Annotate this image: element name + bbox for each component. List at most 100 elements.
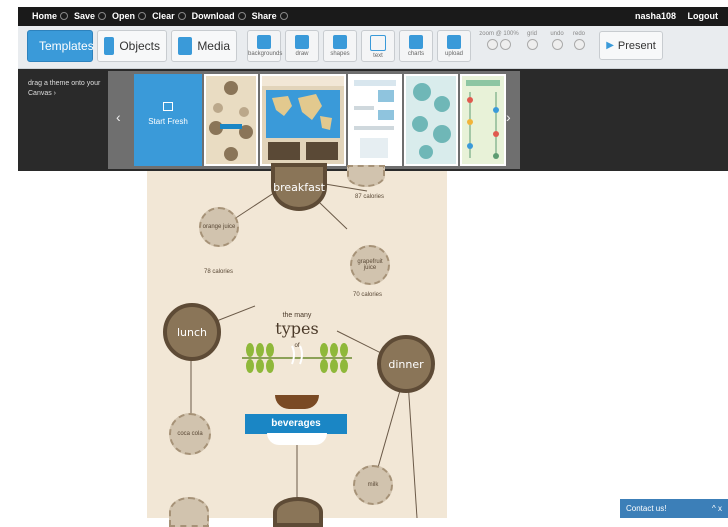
menu-home[interactable]: Home (32, 11, 69, 21)
contact-us-widget[interactable]: Contact us! ^ x (620, 499, 728, 518)
upload-tool[interactable]: upload (437, 30, 471, 62)
menu-share-label: Share (251, 11, 277, 21)
username[interactable]: nasha108 (635, 11, 676, 21)
grid-label: grid (526, 31, 537, 37)
saucer (267, 433, 327, 445)
grapefruit-juice-calories: 70 calories (353, 292, 383, 298)
coca-cola-label: coca cola (177, 431, 203, 437)
top-right-badge[interactable] (347, 165, 385, 187)
tab-media[interactable]: Media (171, 30, 237, 62)
menu-open-label: Open (112, 11, 136, 21)
orange-juice-badge[interactable]: orange juice (199, 207, 239, 247)
menu-share[interactable]: Share (252, 11, 288, 21)
beverages-ribbon[interactable]: beverages (245, 414, 347, 434)
lunch-badge[interactable]: lunch (163, 303, 221, 361)
undo-icon[interactable] (551, 39, 563, 50)
carousel-left-arrow-icon[interactable]: ‹ (116, 109, 121, 125)
tab-media-label: Media (197, 39, 230, 53)
grid-toggle-icon[interactable] (526, 39, 538, 50)
shapes-icon (333, 35, 347, 49)
zoom-in-icon[interactable] (487, 39, 498, 50)
template-preview (209, 81, 253, 161)
carousel-right-arrow-icon[interactable]: › (506, 109, 511, 125)
text-icon (370, 35, 386, 51)
orange-juice-label: orange juice (202, 224, 236, 230)
present-button[interactable]: ▶ Present (599, 31, 663, 60)
chevron-down-icon (60, 12, 69, 20)
backgrounds-tool[interactable]: backgrounds (247, 30, 283, 62)
chevron-down-icon (237, 12, 246, 20)
dinner-label: dinner (388, 357, 424, 371)
media-icon (178, 37, 193, 55)
coca-cola-badge[interactable]: coca cola (169, 413, 211, 455)
menu-download[interactable]: Download (192, 11, 246, 21)
draw-tool[interactable]: draw (285, 30, 319, 62)
grapefruit-juice-label: grapefruit juice (357, 259, 383, 271)
template-thumb[interactable] (460, 74, 506, 166)
contact-us-label: Contact us! (626, 504, 667, 513)
redo-icon[interactable] (573, 39, 585, 50)
chart-icon (409, 35, 423, 49)
undo-control: undo (548, 31, 566, 52)
templates-strip: drag a theme onto your Canvas › ‹ › Star… (18, 69, 728, 171)
redo-label: redo (572, 31, 585, 37)
zoom-label: zoom @ 100% (479, 31, 519, 37)
pencil-icon (295, 35, 309, 49)
template-preview (354, 80, 396, 158)
backgrounds-icon (257, 35, 271, 49)
breakfast-label: breakfast (273, 180, 325, 194)
dinner-badge[interactable]: dinner (377, 335, 435, 393)
drag-theme-prompt: drag a theme onto your Canvas › (28, 80, 101, 97)
backgrounds-label: backgrounds (248, 51, 283, 57)
main-menu: Home Save Open Clear Download Share (32, 11, 288, 21)
bottom-badge[interactable] (273, 497, 323, 527)
chevron-down-icon (138, 12, 147, 20)
charts-tool[interactable]: charts (399, 30, 433, 62)
blank-page-icon (163, 102, 173, 111)
chevron-down-icon (279, 12, 288, 20)
draw-label: draw (295, 51, 309, 57)
grapefruit-juice-badge[interactable]: grapefruit juice (350, 245, 390, 285)
template-preview (412, 83, 451, 159)
start-fresh-button[interactable]: Start Fresh (134, 74, 202, 166)
milk-badge[interactable]: milk (353, 465, 393, 505)
menu-download-label: Download (191, 11, 235, 21)
grid-control: grid (523, 31, 541, 52)
tab-objects[interactable]: Objects (97, 30, 167, 62)
leaf-branch-graphic (242, 343, 352, 373)
redo-control: redo (570, 31, 588, 52)
menu-clear[interactable]: Clear (152, 11, 186, 21)
logout-link[interactable]: Logout (688, 11, 719, 21)
contact-controls-icon[interactable]: ^ x (712, 504, 722, 513)
zoom-out-icon[interactable] (500, 39, 511, 50)
template-thumb[interactable] (404, 74, 458, 166)
template-thumb[interactable] (260, 74, 346, 166)
tab-templates-label: Templates (39, 39, 94, 53)
bottom-left-badge[interactable] (169, 497, 209, 527)
menu-save[interactable]: Save (74, 11, 107, 21)
template-thumb[interactable] (348, 74, 402, 166)
shapes-tool[interactable]: shapes (323, 30, 357, 62)
text-label: text (373, 53, 383, 59)
milk-label: milk (367, 482, 379, 488)
charts-label: charts (407, 51, 425, 57)
zoom-control: zoom @ 100% (476, 31, 522, 52)
template-thumb[interactable] (204, 74, 258, 166)
title-small: the many (282, 312, 312, 319)
present-label: Present (617, 39, 656, 52)
undo-label: undo (550, 31, 564, 37)
objects-icon (104, 37, 115, 55)
design-canvas[interactable]: breakfast 87 calories orange juice 78 ca… (147, 163, 447, 527)
tab-templates[interactable]: Templates (27, 30, 94, 62)
text-tool[interactable]: text (361, 30, 395, 62)
chevron-down-icon (177, 12, 186, 20)
menu-open[interactable]: Open (112, 11, 147, 21)
breakfast-badge[interactable]: breakfast (271, 163, 327, 211)
menu-home-label: Home (32, 11, 58, 21)
upload-label: upload (444, 51, 464, 57)
top-right-calories: 87 calories (355, 194, 385, 200)
chevron-down-icon (98, 12, 107, 20)
ribbon-label: beverages (271, 418, 321, 429)
lunch-label: lunch (176, 325, 208, 339)
shapes-label: shapes (330, 51, 350, 57)
